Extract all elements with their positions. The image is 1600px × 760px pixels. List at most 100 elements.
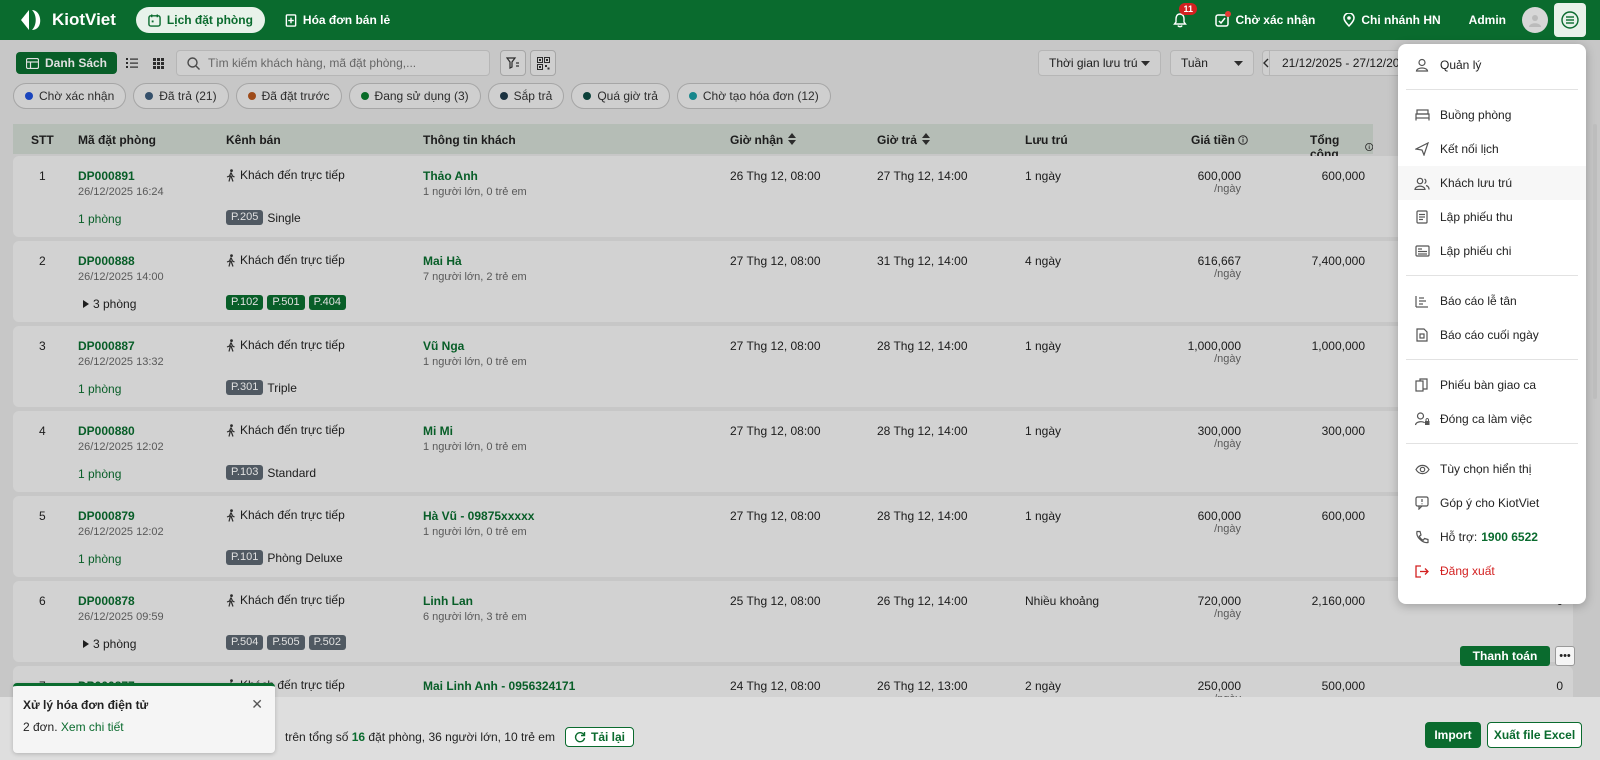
col-checkin[interactable]: Giờ nhận	[730, 133, 797, 147]
rooms-toggle[interactable]: 1 phòng	[78, 552, 121, 566]
user-menu[interactable]: Admin	[1469, 7, 1548, 33]
guest-name-link[interactable]: Thảo Anh	[423, 169, 478, 183]
guest-count: 1 người lớn, 0 trẻ em	[423, 186, 527, 198]
vertical-scrollbar[interactable]	[1593, 124, 1597, 399]
col-code: Mã đặt phòng	[78, 133, 156, 147]
filter-chip[interactable]: Đang sử dụng (3)	[348, 83, 481, 109]
grid-view-button[interactable]	[147, 52, 169, 74]
rooms-toggle[interactable]: 1 phòng	[78, 467, 121, 481]
menu-item[interactable]: Lập phiếu chi	[1398, 234, 1586, 268]
booking-code-link[interactable]: DP000879	[78, 509, 135, 523]
table-row[interactable]: 2 DP000888 26/12/2025 14:00 Khách đến trực …	[13, 241, 1573, 322]
checkin-time: 25 Thg 12, 08:00	[730, 594, 821, 608]
filter-chip-label: Đã đặt trước	[261, 89, 330, 103]
booking-code-link[interactable]: DP000891	[78, 169, 135, 183]
rooms-toggle[interactable]: 3 phòng	[83, 297, 136, 311]
pay-button[interactable]: Thanh toán	[1460, 646, 1550, 666]
filter-chip[interactable]: Chờ tạo hóa đơn (12)	[676, 83, 831, 109]
room-tag[interactable]: P.404	[308, 295, 346, 310]
col-checkout[interactable]: Giờ trả	[877, 133, 930, 147]
qr-scan-button[interactable]	[530, 50, 556, 76]
guest-name-link[interactable]: Mi Mi	[423, 424, 453, 438]
advanced-filter-button[interactable]	[500, 50, 526, 76]
rooms-toggle[interactable]: 3 phòng	[83, 637, 136, 651]
menu-item[interactable]: Đóng ca làm việc	[1398, 402, 1586, 436]
room-tag[interactable]: P.301	[226, 380, 264, 395]
filter-chip[interactable]: Chờ xác nhận	[13, 83, 127, 109]
guest-name-link[interactable]: Linh Lan	[423, 594, 473, 608]
search-input[interactable]	[208, 56, 478, 70]
period-select[interactable]: Tuần	[1170, 50, 1254, 76]
toast-detail-link[interactable]: Xem chi tiết	[61, 720, 124, 734]
time-filter-select[interactable]: Thời gian lưu trú	[1038, 50, 1161, 76]
room-tag[interactable]: P.502	[308, 635, 346, 650]
rooms-toggle[interactable]: 1 phòng	[78, 212, 121, 226]
booking-code-link[interactable]: DP000887	[78, 339, 135, 353]
user-manage-icon	[1414, 58, 1430, 72]
guest-name-link[interactable]: Mai Linh Anh - 0956324171	[423, 679, 575, 693]
room-tag[interactable]: P.101	[226, 550, 264, 565]
room-tag[interactable]: P.103	[226, 465, 264, 480]
pending-confirm-button[interactable]: Chờ xác nhận	[1215, 11, 1315, 27]
notification-button[interactable]: 11	[1173, 2, 1197, 28]
room-tag[interactable]: P.501	[267, 295, 305, 310]
menu-item[interactable]: Hỗ trợ: 1900 6522	[1398, 520, 1586, 554]
nav-retail-invoice[interactable]: Hóa đơn bán lẻ	[273, 7, 402, 33]
info-icon	[1238, 135, 1248, 145]
main-menu-dropdown: Quản lý Buồng phòng Kết nối lịch Khách lưu …	[1398, 44, 1586, 604]
room-tag[interactable]: P.205	[226, 210, 264, 225]
filter-chip-label: Đang sử dụng (3)	[374, 89, 469, 103]
menu-item[interactable]: Tùy chọn hiển thị	[1398, 452, 1586, 486]
guest-name-link[interactable]: Vũ Nga	[423, 339, 464, 353]
nav-booking-calendar[interactable]: Lịch đặt phòng	[135, 7, 265, 33]
menu-item[interactable]: Góp ý cho KiotViet	[1398, 486, 1586, 520]
hotline-number[interactable]: 1900 6522	[1481, 530, 1538, 544]
table-row[interactable]: 3 DP000887 26/12/2025 13:32 Khách đến trực …	[13, 326, 1573, 407]
menu-item[interactable]: Kết nối lịch	[1398, 132, 1586, 166]
guest-name-link[interactable]: Mai Hà	[423, 254, 462, 268]
reload-button[interactable]: Tải lại	[564, 727, 634, 747]
prev-period-button[interactable]	[1263, 51, 1270, 75]
checkout-time: 26 Thg 12, 13:00	[877, 679, 968, 693]
import-button[interactable]: Import	[1425, 722, 1481, 748]
avatar	[1522, 7, 1548, 33]
menu-item[interactable]: Buồng phòng	[1398, 98, 1586, 132]
rooms-toggle[interactable]: 1 phòng	[78, 382, 121, 396]
menu-item[interactable]: Quản lý	[1398, 48, 1586, 82]
branch-selector[interactable]: Chi nhánh HN	[1343, 13, 1441, 27]
menu-item[interactable]: Phiếu bàn giao ca	[1398, 368, 1586, 402]
list-icon	[126, 58, 139, 68]
table-row[interactable]: 6 DP000878 26/12/2025 09:59 Khách đến trực …	[13, 581, 1573, 662]
export-excel-button[interactable]: Xuất file Excel	[1487, 722, 1582, 748]
filter-chip[interactable]: Quá giờ trả	[571, 83, 670, 109]
date-range-picker[interactable]: 21/12/2025 - 27/12/2025	[1262, 50, 1402, 76]
filter-chip-label: Quá giờ trả	[597, 89, 658, 103]
booking-code-link[interactable]: DP000888	[78, 254, 135, 268]
menu-item[interactable]: Lập phiếu thu	[1398, 200, 1586, 234]
remaining-value: 0	[1556, 679, 1563, 693]
hamburger-menu-button[interactable]	[1554, 3, 1586, 37]
brand-logo[interactable]: KiotViet	[18, 7, 116, 33]
menu-item[interactable]: Báo cáo lễ tân	[1398, 284, 1586, 318]
room-tag[interactable]: P.505	[267, 635, 305, 650]
list-view-button[interactable]: Danh Sách	[16, 52, 118, 74]
close-icon[interactable]: ✕	[251, 696, 263, 713]
compact-list-button[interactable]	[121, 52, 143, 74]
table-row[interactable]: 4 DP000880 26/12/2025 12:02 Khách đến trực …	[13, 411, 1573, 492]
table-row[interactable]: 5 DP000879 26/12/2025 12:02 Khách đến trực …	[13, 496, 1573, 577]
menu-item[interactable]: Báo cáo cuối ngày	[1398, 318, 1586, 352]
filter-chip[interactable]: Sắp trả	[487, 83, 565, 109]
booking-code-link[interactable]: DP000880	[78, 424, 135, 438]
checkin-time: 26 Thg 12, 08:00	[730, 169, 821, 183]
checkout-time: 28 Thg 12, 14:00	[877, 339, 968, 353]
table-row[interactable]: 1 DP000891 26/12/2025 16:24 Khách đến trực …	[13, 156, 1573, 237]
room-tag[interactable]: P.102	[226, 295, 264, 310]
booking-code-link[interactable]: DP000878	[78, 594, 135, 608]
menu-item[interactable]: Khách lưu trú	[1398, 166, 1586, 200]
row-more-button[interactable]: •••	[1555, 646, 1575, 666]
filter-chip[interactable]: Đã đặt trước	[235, 83, 342, 109]
guest-name-link[interactable]: Hà Vũ - 09875xxxxx	[423, 509, 534, 523]
room-tag[interactable]: P.504	[226, 635, 264, 650]
menu-item[interactable]: Đăng xuất	[1398, 554, 1586, 588]
filter-chip[interactable]: Đã trả (21)	[133, 83, 229, 109]
